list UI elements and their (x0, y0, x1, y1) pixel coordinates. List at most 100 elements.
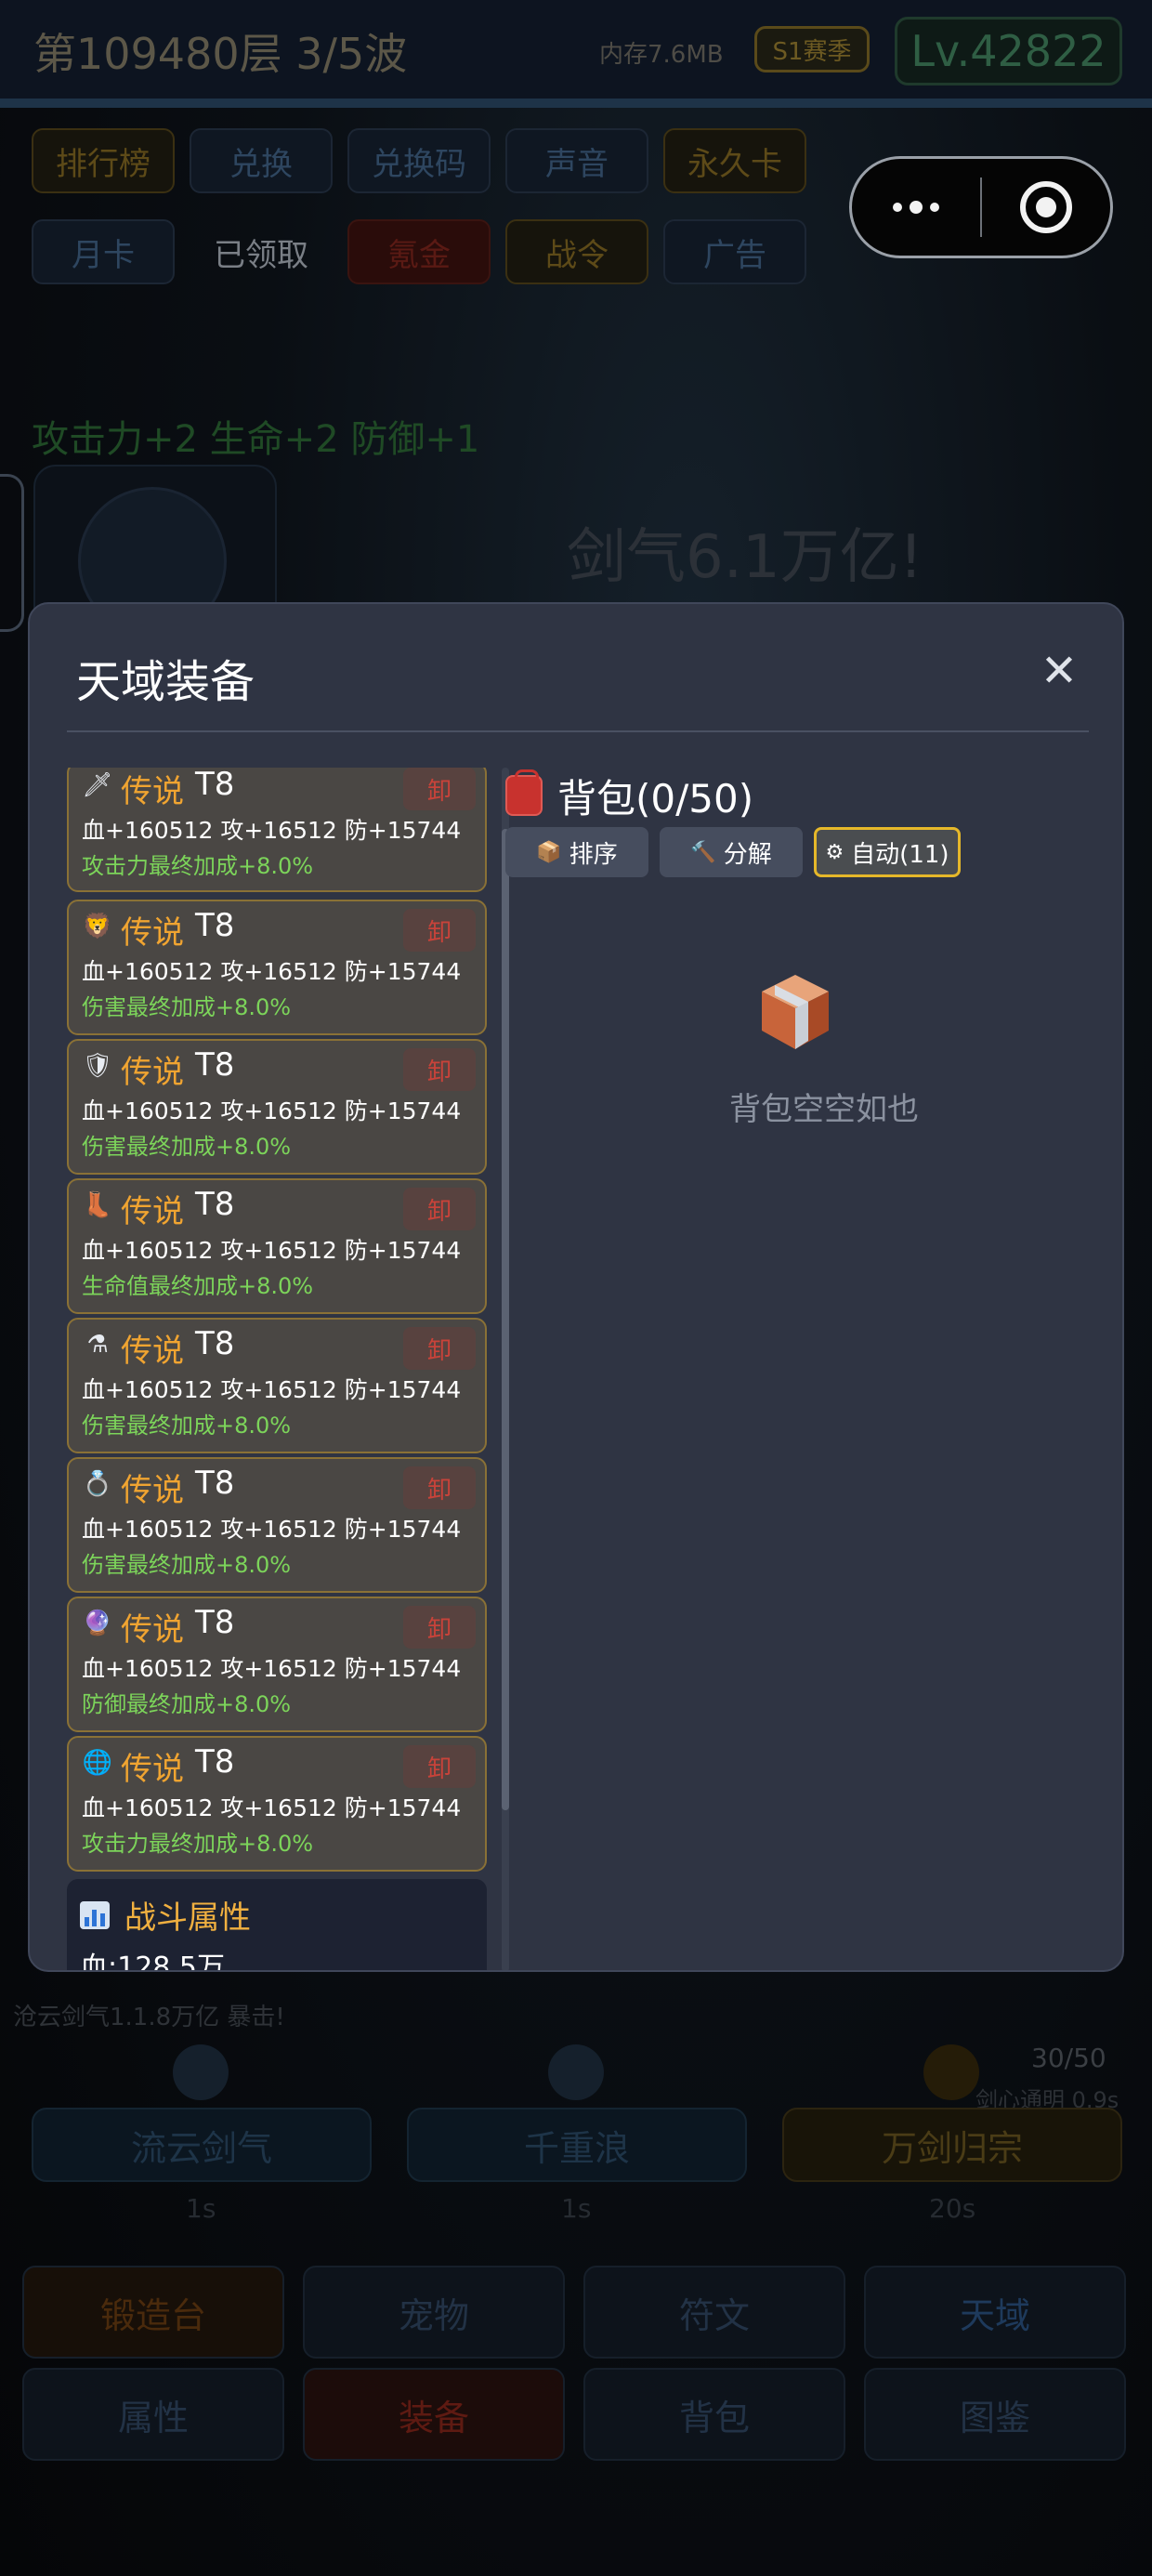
unequip-button[interactable]: 卸 (403, 1327, 476, 1370)
floor-wave-label: 第109480层 3/5波 (33, 29, 408, 79)
bar-chart-icon (80, 1901, 110, 1929)
stamina-counter: 30/50 (1031, 2043, 1106, 2073)
battle-stats-hp: 血:128.5万 (80, 1952, 225, 1972)
equipment-card[interactable]: 🔮 传说 T8 卸血+160512 攻+16512 防+15744 防御最终加成+8.0… (67, 1597, 487, 1732)
skill-button-wanjianguizong[interactable]: 万剑归宗 (782, 2108, 1122, 2182)
potion-icon: ⚗ (86, 1331, 109, 1359)
globe-icon: 🌐 (82, 1749, 113, 1777)
equipment-bonus: 生命值最终加成+8.0% (82, 1273, 314, 1299)
rarity-label: 传说 (121, 1611, 184, 1649)
equipment-card[interactable]: 🛡 传说 T8 卸血+160512 攻+16512 防+15744 伤害最终加成+8.0… (67, 1039, 487, 1175)
heaven-equipment-modal: 天域装备 ✕ 🗡 传说 T8 卸血+160512 攻+16512 防+15744 攻击力… (28, 602, 1124, 1972)
side-drawer-handle[interactable] (0, 474, 24, 632)
equipment-bonus: 攻击力最终加成+8.0% (82, 1831, 314, 1857)
rarity-label: 传说 (121, 773, 184, 810)
skill-button-liuyun[interactable]: 流云剑气 (32, 2108, 372, 2182)
menu-codex[interactable]: 图鉴 (864, 2368, 1126, 2461)
equipment-card[interactable]: 👢 传说 T8 卸血+160512 攻+16512 防+15744 生命值最终加成+8.… (67, 1178, 487, 1314)
tier-label: T8 (195, 768, 235, 803)
menu-attributes[interactable]: 属性 (22, 2368, 284, 2461)
memory-label: 内存7.6MB (599, 41, 724, 69)
leaderboard-button[interactable]: 排行榜 (32, 128, 175, 193)
permanent-card-button[interactable]: 永久卡 (663, 128, 806, 193)
equipment-card[interactable]: 💍 传说 T8 卸血+160512 攻+16512 防+15744 伤害最终加成+8.0… (67, 1457, 487, 1593)
equipment-bonus: 伤害最终加成+8.0% (82, 1413, 292, 1439)
unequip-button[interactable]: 卸 (403, 909, 476, 952)
season-badge: S1赛季 (754, 26, 870, 72)
tier-label: T8 (195, 1046, 235, 1084)
rarity-label: 传说 (121, 914, 184, 952)
title-divider (67, 730, 1089, 732)
unequip-button[interactable]: 卸 (403, 1466, 476, 1509)
more-icon-center (910, 201, 923, 214)
skill-icon (173, 2044, 229, 2100)
menu-equipment[interactable]: 装备 (303, 2368, 565, 2461)
battle-pass-button[interactable]: 战令 (505, 219, 648, 284)
skill-icon (923, 2044, 979, 2100)
menu-forge[interactable]: 锻造台 (22, 2266, 284, 2359)
equipment-bonus: 伤害最终加成+8.0% (82, 1134, 292, 1160)
equipment-stats: 血+160512 攻+16512 防+15744 (82, 1655, 462, 1682)
ad-button[interactable]: 广告 (663, 219, 806, 284)
equipment-scrollbar[interactable] (502, 768, 509, 1970)
level-badge: Lv.42822 (895, 17, 1122, 85)
tier-label: T8 (195, 1186, 235, 1223)
unequip-button[interactable]: 卸 (403, 1048, 476, 1091)
game-screen: 第109480层 3/5波 内存7.6MB S1赛季 Lv.42822 排行榜 … (0, 0, 1152, 2576)
helmet-icon: 🦁 (82, 913, 113, 940)
equipment-card[interactable]: 🌐 传说 T8 卸血+160512 攻+16512 防+15744 攻击力最终加成+8.… (67, 1736, 487, 1872)
rarity-label: 传说 (121, 1054, 184, 1091)
recharge-button[interactable]: 氪金 (347, 219, 491, 284)
equipment-bonus: 伤害最终加成+8.0% (82, 1552, 292, 1578)
more-menu-button[interactable] (852, 159, 980, 256)
top-bar-progress (0, 99, 1152, 108)
backpack-title: 背包(0/50) (557, 776, 754, 821)
unequip-button[interactable]: 卸 (403, 1188, 476, 1230)
equipment-stats: 血+160512 攻+16512 防+15744 (82, 1794, 462, 1821)
empty-box-icon (762, 975, 829, 1049)
tier-label: T8 (195, 1325, 235, 1362)
more-icon-right (930, 203, 939, 212)
equipment-card[interactable]: 🦁 传说 T8 卸血+160512 攻+16512 防+15744 伤害最终加成+8.0… (67, 900, 487, 1035)
equipment-card[interactable]: ⚗ 传说 T8 卸血+160512 攻+16512 防+15744 伤害最终加成+8.0… (67, 1318, 487, 1453)
battle-stats-title: 战斗属性 (124, 1899, 251, 1937)
claimed-label: 已领取 (214, 236, 308, 274)
sound-button[interactable]: 声音 (505, 128, 648, 193)
ring-icon: 💍 (82, 1470, 113, 1498)
menu-heaven-realm[interactable]: 天域 (864, 2266, 1126, 2359)
box-icon: 📦 (536, 840, 562, 864)
sort-button[interactable]: 📦 排序 (505, 827, 648, 877)
boots-icon: 👢 (82, 1191, 113, 1219)
unequip-button[interactable]: 卸 (403, 1606, 476, 1649)
scroll-thumb[interactable] (502, 829, 509, 1810)
equipment-stats: 血+160512 攻+16512 防+15744 (82, 1097, 462, 1124)
exchange-button[interactable]: 兑换 (190, 128, 333, 193)
battle-log-line: 沧云剑气1.1.8万亿 暴击! (13, 2004, 285, 2031)
modal-title: 天域装备 (76, 656, 255, 708)
menu-rune[interactable]: 符文 (583, 2266, 845, 2359)
unequip-button[interactable]: 卸 (403, 768, 476, 810)
menu-backpack[interactable]: 背包 (583, 2368, 845, 2461)
equipment-card[interactable]: 🗡 传说 T8 卸血+160512 攻+16512 防+15744 攻击力最终加成+8.… (67, 768, 487, 892)
redeem-code-button[interactable]: 兑换码 (347, 128, 491, 193)
close-icon[interactable]: ✕ (1033, 645, 1085, 697)
tier-label: T8 (195, 1743, 235, 1781)
equipment-stats: 血+160512 攻+16512 防+15744 (82, 1516, 462, 1543)
menu-pet[interactable]: 宠物 (303, 2266, 565, 2359)
monthly-card-button[interactable]: 月卡 (32, 219, 175, 284)
skill-button-qianchonglang[interactable]: 千重浪 (407, 2108, 747, 2182)
equipment-stats: 血+160512 攻+16512 防+15744 (82, 1237, 462, 1264)
stat-bonus-text: 攻击力+2 生命+2 防御+1 (32, 418, 480, 461)
miniprogram-capsule (849, 156, 1113, 258)
decompose-button[interactable]: 🔨 分解 (660, 827, 803, 877)
equipment-list[interactable]: 🗡 传说 T8 卸血+160512 攻+16512 防+15744 攻击力最终加成+8.… (67, 768, 517, 1970)
equipment-bonus: 攻击力最终加成+8.0% (82, 853, 314, 879)
skill-icon (548, 2044, 604, 2100)
skill-cooldown: 1s (561, 2193, 592, 2224)
equipment-stats: 血+160512 攻+16512 防+15744 (82, 817, 462, 844)
crystal-icon: 🔮 (82, 1610, 113, 1637)
auto-button[interactable]: ⚙ 自动(11) (814, 827, 961, 877)
unequip-button[interactable]: 卸 (403, 1745, 476, 1788)
rarity-label: 传说 (121, 1472, 184, 1509)
close-miniprogram-button[interactable] (982, 159, 1110, 256)
